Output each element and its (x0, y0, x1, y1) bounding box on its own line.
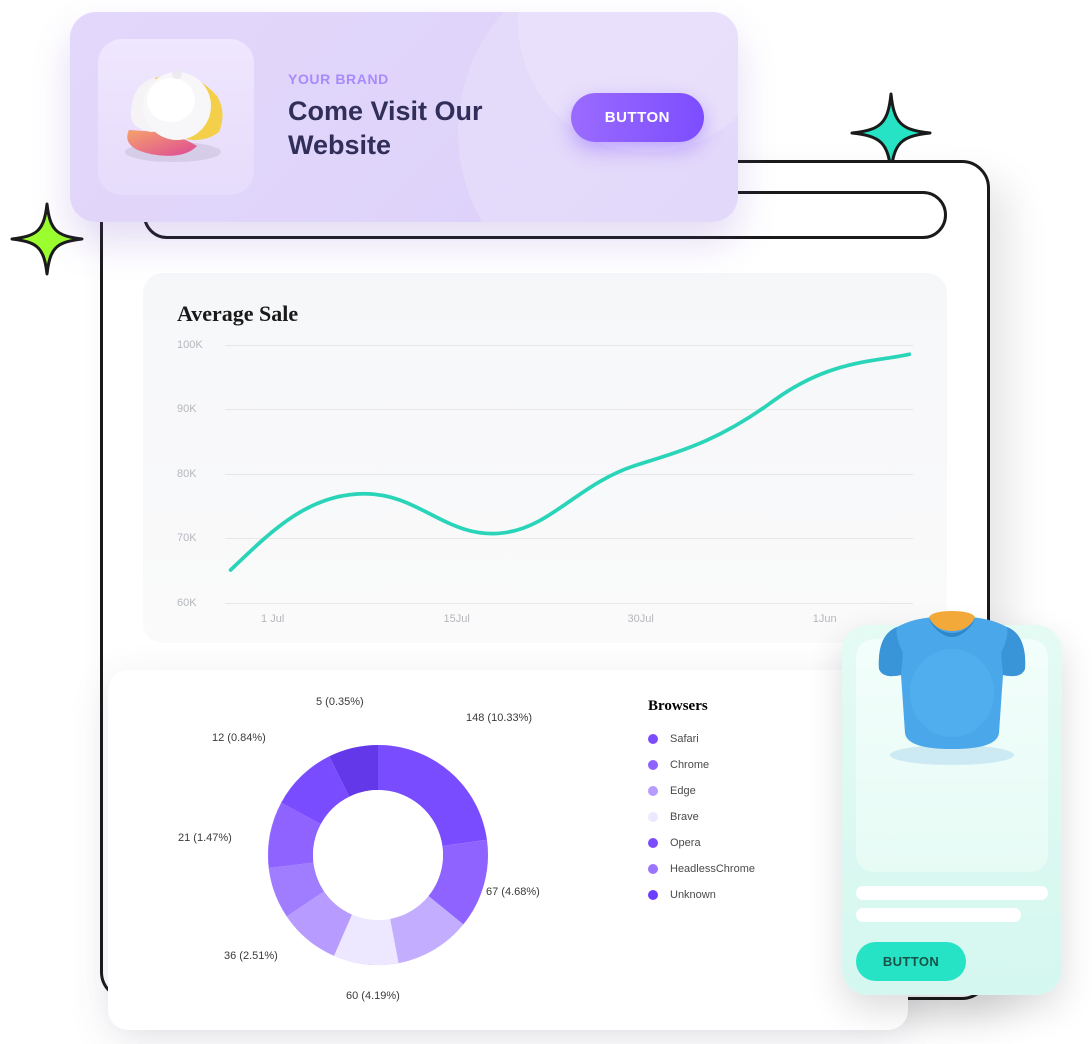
brand-eyebrow: YOUR BRAND (288, 71, 571, 87)
y-tick: 90K (177, 403, 197, 415)
chart-title: Average Sale (177, 301, 913, 327)
slice-label: 21 (1.47%) (178, 832, 232, 844)
legend-name: HeadlessChrome (670, 863, 858, 875)
product-image (856, 639, 1048, 872)
legend-dot-icon (648, 838, 658, 848)
legend-name: Opera (670, 837, 852, 849)
donut-chart-card: 148 (10.33%) 67 (4.68%) 60 (4.19%) 36 (2… (108, 670, 908, 1030)
slice-label: 12 (0.84%) (212, 732, 266, 744)
slice-label: 148 (10.33%) (466, 712, 532, 724)
slice-label: 5 (0.35%) (316, 696, 364, 708)
legend-dot-icon (648, 760, 658, 770)
product-cta-button[interactable]: BUTTON (856, 942, 966, 981)
x-tick: 1 Jul (261, 613, 284, 625)
legend-name: Brave (670, 811, 858, 823)
cap-icon (111, 52, 241, 182)
legend-name: Edge (670, 785, 852, 797)
tshirt-icon (857, 583, 1047, 773)
slice-label: 60 (4.19%) (346, 990, 400, 1002)
legend-dot-icon (648, 812, 658, 822)
slice-label: 36 (2.51%) (224, 950, 278, 962)
line-chart-card: Average Sale 100K 90K 80K 70K 60K 1 Jul … (143, 273, 947, 643)
legend-dot-icon (648, 734, 658, 744)
placeholder-lines (856, 886, 1048, 930)
y-tick: 100K (177, 339, 203, 351)
legend-name: Unknown (670, 889, 852, 901)
x-tick: 15Jul (444, 613, 470, 625)
brand-cta-button[interactable]: BUTTON (571, 93, 704, 142)
slice-label: 67 (4.68%) (486, 886, 540, 898)
line-chart: 100K 90K 80K 70K 60K 1 Jul 15Jul 30Jul 1… (177, 345, 913, 625)
x-tick: 30Jul (628, 613, 654, 625)
legend-dot-icon (648, 786, 658, 796)
y-tick: 70K (177, 532, 197, 544)
product-phone-card: BUTTON (842, 625, 1062, 995)
y-tick: 60K (177, 597, 197, 609)
legend-name: Safari (670, 733, 852, 745)
legend-dot-icon (648, 864, 658, 874)
y-tick: 80K (177, 468, 197, 480)
brand-heading: Come Visit Our Website (288, 95, 571, 163)
brand-image (98, 39, 254, 195)
legend-dot-icon (648, 890, 658, 900)
line-series (225, 345, 913, 583)
x-tick: 1Jun (813, 613, 837, 625)
legend-name: Chrome (670, 759, 858, 771)
brand-card: YOUR BRAND Come Visit Our Website BUTTON (70, 12, 738, 222)
